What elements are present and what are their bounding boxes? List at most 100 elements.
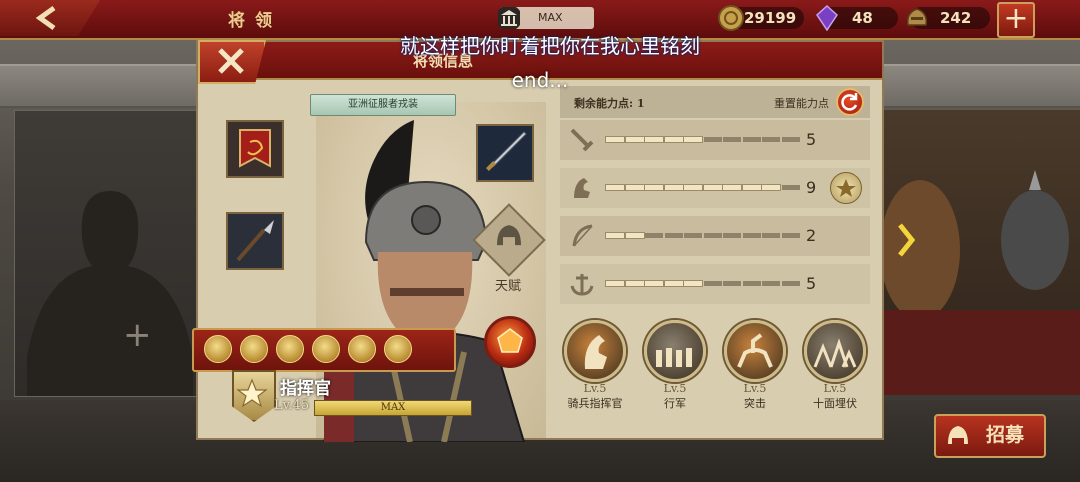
fire-talent-orb[interactable] [484, 316, 536, 368]
skill-charge[interactable]: Lv.5 突击 [722, 320, 788, 411]
stat-segment [684, 137, 702, 142]
helmet-icon [948, 426, 968, 444]
stat-segment [723, 137, 741, 142]
next-general-portraits[interactable] [880, 110, 1080, 395]
stat-segment [723, 233, 741, 238]
experience-bar: MAX [314, 400, 472, 416]
stat-segment [742, 137, 761, 142]
stat-segment [742, 281, 761, 286]
building-level: MAX [498, 7, 594, 29]
stat-segment [664, 137, 683, 142]
skill-ambush[interactable]: Lv.5 十面埋伏 [802, 320, 868, 411]
close-icon [218, 48, 244, 74]
back-button[interactable] [0, 0, 100, 36]
skill-name: 行军 [664, 397, 686, 410]
skill-disc [724, 320, 786, 382]
skill-disc [564, 320, 626, 382]
stat-segment [742, 185, 761, 190]
talent-label: 天赋 [494, 279, 521, 294]
commander-level: Lv.45 [274, 398, 310, 413]
stat-segment [781, 233, 800, 238]
recruit-button[interactable]: 招募 [934, 414, 1046, 458]
stat-segment [723, 281, 741, 286]
caption-line-2: end... [511, 68, 569, 92]
warrior-portrait-icon [880, 170, 1080, 395]
stat-segment [684, 233, 702, 238]
stat-segment [606, 137, 624, 142]
anchor-icon [570, 274, 594, 296]
stat-row-cavalry: 9 [560, 168, 870, 208]
skill-disc [804, 320, 866, 382]
stat-segment [723, 185, 741, 190]
skill-level: Lv.5 [583, 382, 607, 395]
stat-value: 5 [806, 274, 817, 293]
horse-head-icon [584, 335, 607, 369]
medal-icon[interactable] [348, 335, 376, 363]
experience-label: MAX [380, 402, 406, 413]
bow-icon [572, 224, 593, 247]
stat-points-header: 剩余能力点: 1 重置能力点 [560, 86, 870, 118]
stat-segment [664, 185, 683, 190]
skill-cavalry-commander[interactable]: Lv.5 骑兵指挥官 [562, 320, 628, 411]
stat-segment [625, 233, 644, 238]
stat-segment [762, 137, 780, 142]
skill-march[interactable]: Lv.5 行军 [642, 320, 708, 411]
general-info-panel: 将领信息 亚洲征服者戎装 天赋 指挥官 Lv.45 MAX 剩余能力点: 1 重… [192, 40, 884, 442]
medal-icon[interactable] [204, 335, 232, 363]
page-title: 将 领 [228, 11, 274, 31]
stat-row-attack: 5 [560, 120, 870, 160]
stat-segment [684, 185, 702, 190]
skill-name: 骑兵指挥官 [567, 397, 623, 410]
stat-segment [625, 281, 644, 286]
skill-name: 突击 [744, 397, 766, 410]
stat-segment [781, 185, 800, 190]
purple-gem-icon [816, 5, 838, 31]
close-button[interactable] [198, 40, 266, 84]
stat-segment [762, 185, 780, 190]
medal-icon[interactable] [276, 335, 304, 363]
stat-segment [742, 233, 761, 238]
stat-segment [703, 185, 722, 190]
reset-points-button[interactable] [836, 88, 864, 116]
silhouette-icon: + [27, 191, 193, 396]
spear-icon [228, 214, 282, 268]
stat-segment [781, 137, 800, 142]
add-resource-button[interactable]: + [997, 2, 1035, 38]
spear-equipment-slot[interactable] [226, 212, 284, 270]
stat-value: 5 [806, 130, 817, 149]
stat-row-archery: 2 [560, 216, 870, 256]
stat-segment [645, 185, 663, 190]
stat-segment [645, 233, 663, 238]
red-banner-icon [228, 122, 282, 176]
skill-name: 十面埋伏 [813, 397, 857, 410]
star-icon [236, 378, 268, 408]
caption-line-1: 就这样把你盯着把你在我心里铭刻 [400, 34, 700, 58]
medal-icon[interactable] [312, 335, 340, 363]
stat-segment [606, 233, 624, 238]
empty-general-slot[interactable]: + [14, 110, 206, 397]
medal-icon[interactable] [240, 335, 268, 363]
medal-strip [192, 328, 456, 372]
sword-equipment-slot[interactable] [476, 124, 534, 182]
commander-name: 指挥官 [280, 379, 331, 399]
outfit-label[interactable]: 亚洲征服者戎装 [310, 94, 456, 116]
svg-text:+: + [123, 315, 152, 355]
stat-segment [664, 233, 683, 238]
stat-segment [781, 281, 800, 286]
refresh-icon [841, 93, 858, 111]
marching-soldiers-icon [656, 348, 692, 367]
temple-icon [498, 7, 520, 29]
laurel-helmet-icon [906, 8, 928, 26]
gold-counter: 29199 [718, 5, 804, 31]
gem-counter: 48 [816, 5, 898, 31]
stat-segment [762, 233, 780, 238]
stat-segment [762, 281, 780, 286]
star-rank-badge [830, 172, 862, 204]
medal-icon[interactable] [384, 335, 412, 363]
stat-segment [606, 185, 624, 190]
horse-icon [574, 178, 590, 198]
star-icon [836, 179, 856, 197]
banner-equipment-slot[interactable] [226, 120, 284, 178]
stat-segment [703, 281, 722, 286]
medal-counter: 242 [906, 7, 990, 29]
